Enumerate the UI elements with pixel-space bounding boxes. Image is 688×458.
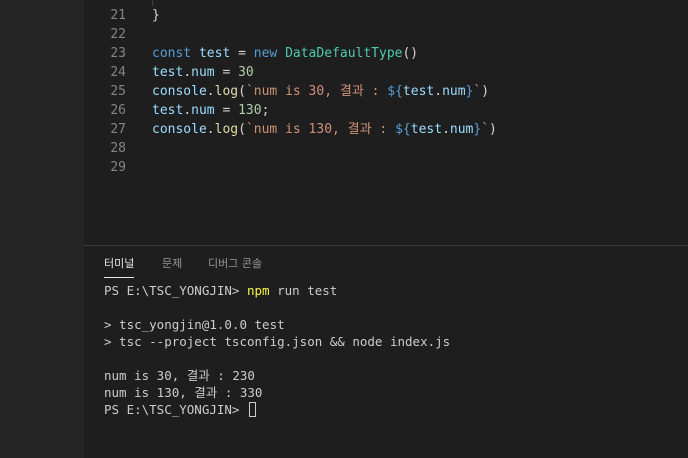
- code-line[interactable]: 21}: [84, 6, 688, 25]
- code-line[interactable]: 29: [84, 158, 688, 177]
- code-line[interactable]: 27 console.log(`num is 130, 결과 : ${test.n…: [84, 120, 688, 139]
- terminal-cursor[interactable]: [249, 402, 256, 417]
- code-line[interactable]: 25 console.log(`num is 30, 결과 : ${test.nu…: [84, 82, 688, 101]
- terminal-line: > tsc_yongjin@1.0.0 test: [104, 317, 285, 332]
- code-token: =: [230, 46, 254, 61]
- code-token: num: [449, 122, 474, 137]
- code-token: const: [152, 46, 192, 61]
- code-line[interactable]: 28: [84, 139, 688, 158]
- code-token: ${: [395, 122, 411, 137]
- code-token: log: [214, 84, 239, 99]
- code-token: =: [214, 65, 239, 80]
- code-token: `: [481, 122, 490, 137]
- line-number: 25: [110, 84, 126, 99]
- code-text: test.num = 130;: [152, 101, 269, 120]
- code-token: test: [410, 122, 443, 137]
- code-text: }: [152, 6, 160, 25]
- code-editor[interactable]: 21} 22 23 const test = new DataDefaultType(…: [84, 0, 688, 245]
- code-text: console.log(`num is 130, 결과 : ${test.num…: [152, 120, 497, 139]
- npm-command: npm: [247, 283, 270, 298]
- code-token: .: [442, 122, 450, 137]
- code-token: test: [402, 84, 435, 99]
- line-number: 28: [110, 141, 126, 156]
- code-token: (): [402, 46, 419, 61]
- terminal-line: > tsc --project tsconfig.json && node in…: [104, 334, 451, 349]
- terminal-prompt: PS E:\TSC_YONGJIN>: [104, 283, 240, 298]
- code-line[interactable]: 23 const test = new DataDefaultType(): [84, 44, 688, 63]
- code-token: .: [183, 65, 192, 80]
- code-token: `num is 30, 결과 :: [245, 84, 388, 99]
- line-number: 27: [110, 122, 126, 137]
- code-token: =: [214, 103, 239, 118]
- code-token: DataDefaultType: [285, 46, 403, 61]
- line-number: 29: [110, 160, 126, 175]
- code-token: test: [152, 103, 184, 118]
- code-token: (: [238, 122, 246, 137]
- code-token: new: [253, 46, 278, 61]
- code-token: .: [206, 84, 215, 99]
- code-token: test: [198, 46, 231, 61]
- tab-terminal[interactable]: 터미널: [104, 256, 135, 278]
- line-number: 23: [110, 46, 126, 61]
- line-number: 21: [110, 8, 126, 23]
- code-token: num: [442, 84, 466, 99]
- code-token: ): [481, 84, 490, 99]
- line-number: 26: [110, 103, 126, 118]
- terminal-prompt: PS E:\TSC_YONGJIN>: [104, 402, 240, 417]
- code-token: ): [489, 122, 497, 137]
- code-line[interactable]: 24 test.num = 30: [84, 63, 688, 82]
- code-token: }: [152, 8, 160, 23]
- code-token: ${: [387, 84, 403, 99]
- tab-problems[interactable]: 문제: [162, 256, 182, 278]
- left-sidebar-strip: [0, 0, 84, 458]
- code-token: log: [214, 122, 239, 137]
- terminal-line: PS E:\TSC_YONGJIN> npm run test: [104, 282, 337, 299]
- code-token: console: [152, 122, 207, 137]
- code-line[interactable]: 22: [84, 25, 688, 44]
- code-line[interactable]: 26 test.num = 130;: [84, 101, 688, 120]
- code-token: num: [191, 65, 215, 80]
- code-token: .: [206, 122, 215, 137]
- line-number: 22: [110, 27, 126, 42]
- bottom-panel: 터미널 문제 디버그 콘솔 PS E:\TSC_YONGJIN> npm run…: [84, 245, 688, 458]
- code-token: 130: [238, 103, 262, 118]
- command-args: run test: [277, 283, 338, 298]
- code-text: test.num = 30: [152, 63, 254, 82]
- code-token: .: [434, 84, 443, 99]
- terminal-line: PS E:\TSC_YONGJIN>: [104, 401, 256, 418]
- code-token: num: [191, 103, 215, 118]
- terminal-line: num is 30, 결과 : 230: [104, 368, 255, 383]
- tab-debug-console[interactable]: 디버그 콘솔: [208, 256, 262, 278]
- code-text: const test = new DataDefaultType(): [152, 44, 418, 63]
- line-number: 24: [110, 65, 126, 80]
- code-token: `num is 130, 결과 :: [245, 122, 396, 137]
- code-text: console.log(`num is 30, 결과 : ${test.num}…: [152, 82, 489, 101]
- code-token: 30: [238, 65, 254, 80]
- code-token: ;: [261, 103, 270, 118]
- code-token: .: [183, 103, 192, 118]
- terminal-line: num is 130, 결과 : 330: [104, 385, 263, 400]
- code-token: (: [238, 84, 246, 99]
- code-token: test: [152, 65, 184, 80]
- code-token: console: [152, 84, 207, 99]
